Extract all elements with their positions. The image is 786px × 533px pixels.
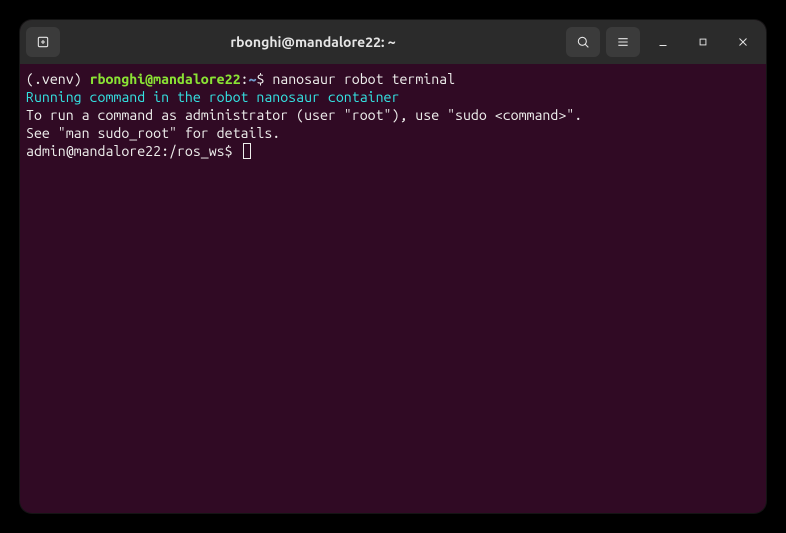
prompt-line-2: admin@mandalore22:/ros_ws$ [26, 142, 760, 160]
command-text: nanosaur robot terminal [272, 71, 455, 87]
venv-prefix: (.venv) [26, 71, 90, 87]
new-tab-button[interactable] [26, 27, 60, 57]
terminal-window: rbonghi@mandalore22: ~ [20, 20, 766, 513]
titlebar: rbonghi@mandalore22: ~ [20, 20, 766, 64]
search-button[interactable] [566, 27, 600, 57]
minimize-button[interactable] [646, 27, 680, 57]
container-prompt: admin@mandalore22:/ros_ws$ [26, 143, 241, 159]
search-icon [575, 34, 591, 50]
status-line: Running command in the robot nanosaur co… [26, 88, 760, 106]
terminal-output[interactable]: (.venv) rbonghi@mandalore22:~$ nanosaur … [20, 64, 766, 513]
output-line: See "man sudo_root" for details. [26, 124, 760, 142]
prompt-symbol: $ [256, 71, 272, 87]
close-icon [736, 35, 750, 49]
maximize-button[interactable] [686, 27, 720, 57]
window-title: rbonghi@mandalore22: ~ [64, 34, 562, 50]
menu-button[interactable] [606, 27, 640, 57]
output-line: To run a command as administrator (user … [26, 106, 760, 124]
prompt-line-1: (.venv) rbonghi@mandalore22:~$ nanosaur … [26, 70, 760, 88]
new-tab-icon [35, 34, 51, 50]
cursor [243, 143, 251, 159]
user-host: rbonghi@mandalore22 [90, 71, 241, 87]
close-button[interactable] [726, 27, 760, 57]
hamburger-icon [615, 34, 631, 50]
maximize-icon [696, 35, 710, 49]
minimize-icon [656, 35, 670, 49]
